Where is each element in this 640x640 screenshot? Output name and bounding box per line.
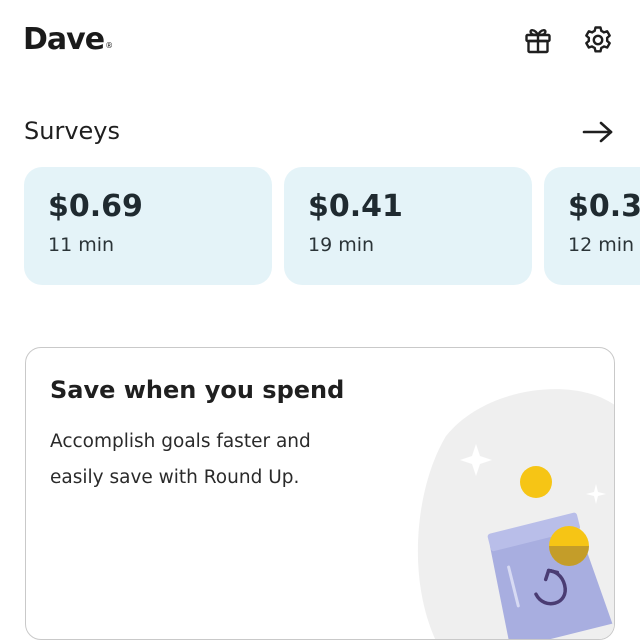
promo-title: Save when you spend [50,376,345,404]
surveys-header: Surveys [24,112,624,152]
promo-description-line: Accomplish goals faster and [50,431,311,452]
survey-duration: 11 min [48,234,115,256]
promo-description: Accomplish goals faster and easily save … [50,424,370,496]
survey-duration: 12 min [568,234,635,256]
survey-amount: $0.69 [48,189,143,224]
survey-amount: $0.41 [308,189,403,224]
settings-button[interactable] [580,22,616,58]
arrow-right-icon [582,121,613,143]
promo-description-line: easily save with Round Up. [50,467,300,488]
logo-text: Dave [23,22,105,57]
gear-icon [585,26,611,53]
gift-button[interactable] [520,22,556,58]
surveys-title: Surveys [24,117,120,145]
coin-icon [520,466,552,498]
round-up-promo-card[interactable]: Save when you spend Accomplish goals fas… [25,347,615,640]
savings-jar-illustration [417,389,614,639]
survey-duration: 19 min [308,234,375,256]
surveys-see-all-button[interactable] [580,116,616,148]
app-header: Dave® [0,0,640,84]
gift-icon [525,29,551,54]
logo-registered-mark: ® [105,41,113,50]
dave-logo: Dave® [23,20,113,60]
survey-card[interactable]: $0.34 12 min [544,167,640,285]
survey-card[interactable]: $0.69 11 min [24,167,272,285]
survey-card[interactable]: $0.41 19 min [284,167,532,285]
survey-amount: $0.34 [568,189,640,224]
